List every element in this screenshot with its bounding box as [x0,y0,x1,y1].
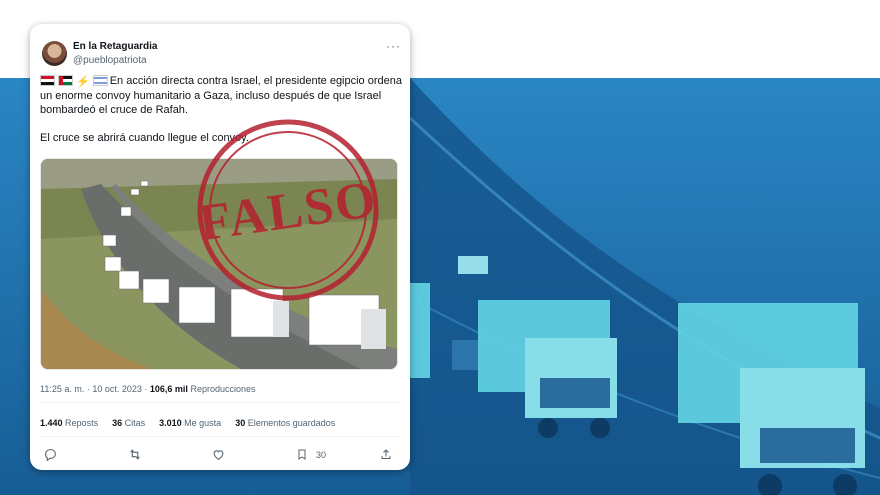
egypt-flag-icon [40,75,55,86]
like-button[interactable] [212,448,225,461]
share-button[interactable] [380,448,392,461]
bookmark-action-count: 30 [316,449,327,460]
timestamp[interactable]: 11:25 a. m. · 10 oct. 2023 · [40,384,150,394]
views-count: 106,6 mil [149,384,188,394]
views-label: Reproducciones [187,384,256,394]
share-icon [381,449,391,459]
tweet-text: ⚡ En acción directa contra Israel, el pr… [40,74,402,159]
israel-flag-icon [92,75,108,86]
palestine-flag-icon [58,75,73,86]
divider [40,436,400,437]
tweet-card: En la Retaguardia @pueblopatriota ··· ⚡ … [30,24,410,470]
tweet-media-image[interactable] [40,158,398,370]
bookmarks-stat[interactable]: 30 Elementos guardados [235,418,335,428]
tweet-paragraph-2: El cruce se abrirá cuando llegue el conv… [40,132,249,144]
more-icon[interactable]: ··· [386,39,401,53]
likes-stat[interactable]: 3.010 Me gusta [159,418,221,428]
bookmark-icon [298,449,306,460]
repost-icon [130,449,140,460]
author-handle[interactable]: @pueblopatriota [73,55,147,66]
bookmark-button[interactable]: 30 [296,448,326,461]
quotes-stat[interactable]: 36 Citas [112,418,145,428]
author-name[interactable]: En la Retaguardia [73,41,157,52]
flag-emojis: ⚡ [40,75,108,89]
reposts-stat[interactable]: 1.440 Reposts [40,418,98,428]
like-icon [213,450,224,461]
lightning-icon: ⚡ [76,76,90,88]
reply-icon [45,449,56,461]
repost-button[interactable] [128,448,142,461]
reply-button[interactable] [44,448,57,461]
avatar[interactable] [42,41,67,66]
tweet-actions: 30 [42,448,394,464]
divider [40,402,400,403]
tweet-meta: 11:25 a. m. · 10 oct. 2023 · 106,6 mil R… [40,384,255,394]
tweet-stats: 1.440 Reposts 36 Citas 3.010 Me gusta 30… [40,418,335,428]
